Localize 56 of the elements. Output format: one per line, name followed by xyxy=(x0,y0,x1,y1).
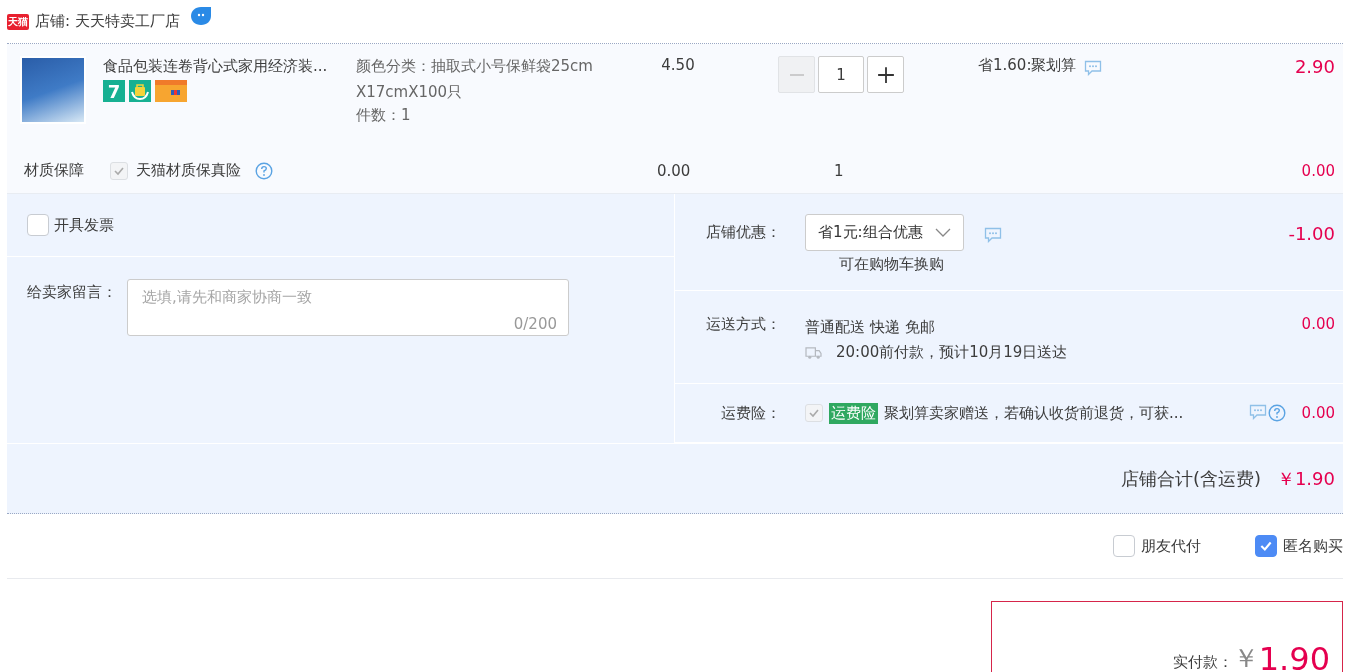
shipping-method: 普通配送 快递 免邮 xyxy=(805,318,935,336)
checkbox[interactable] xyxy=(1113,535,1135,557)
invoice-checkbox[interactable] xyxy=(27,214,49,236)
insurance-label: 运费险： xyxy=(720,403,781,423)
shipping-amount: 0.00 xyxy=(1301,315,1336,335)
unit-price: 4.50 xyxy=(661,56,695,74)
service-price: 0.00 xyxy=(657,161,691,180)
checkmark-icon xyxy=(1259,539,1273,553)
service-quantity: 1 xyxy=(833,161,844,180)
insurance-text: 聚划算卖家赠送，若确认收货前退货，可获... xyxy=(884,403,1184,423)
product-title[interactable]: 食品包装连卷背心式家用经济装... xyxy=(103,56,352,76)
bag-icon xyxy=(129,80,151,102)
help-icon[interactable] xyxy=(255,161,273,180)
sku-text: 颜色分类：抽取式小号保鲜袋25cmX17cmX100只 xyxy=(356,56,594,103)
truck-icon xyxy=(805,345,822,360)
service-label: 材质保障 xyxy=(23,161,84,179)
item-count: 件数：1 xyxy=(356,105,412,126)
option-label[interactable]: 朋友代付 xyxy=(1141,536,1201,556)
minus-icon xyxy=(789,73,804,76)
help-icon[interactable] xyxy=(1267,404,1286,422)
checkmark-icon xyxy=(808,407,820,419)
discount-dropdown[interactable]: 省1元:组合优惠 xyxy=(805,214,964,251)
character-counter: 0/200 xyxy=(513,315,557,333)
checkbox[interactable] xyxy=(1255,535,1277,557)
item-subtotal: 2.90 xyxy=(1294,56,1335,77)
plus-icon xyxy=(876,65,895,84)
comment-icon[interactable] xyxy=(1248,404,1267,420)
insurance-tag: 运费险 xyxy=(829,402,878,424)
service-subtotal: 0.00 xyxy=(1301,161,1335,180)
payment-amount: 1.90 xyxy=(1258,640,1330,672)
option-label[interactable]: 匿名购买 xyxy=(1283,536,1343,556)
delivery-estimate: 20:00前付款，预计10月19日送达 xyxy=(836,342,1068,363)
quantity-field[interactable]: 1 xyxy=(818,56,864,93)
message-label: 给卖家留言： xyxy=(27,282,117,303)
return-badge: 7 xyxy=(103,80,125,102)
discount-label: 店铺优惠： xyxy=(705,222,781,243)
comment-icon[interactable] xyxy=(1084,60,1103,76)
service-name: 天猫材质保真险 xyxy=(136,161,241,180)
chevron-down-icon xyxy=(934,227,951,238)
insurance-amount: 0.00 xyxy=(1301,404,1336,422)
shipping-label: 运送方式： xyxy=(705,315,781,335)
discount-note: 可在购物车换购 xyxy=(838,255,945,274)
store-total-label: 店铺合计(含运费) xyxy=(1120,466,1261,491)
store-name[interactable]: 店铺: 天天特卖工厂店 xyxy=(35,12,180,31)
currency-sign: ￥ xyxy=(1232,642,1259,672)
discount-amount: -1.00 xyxy=(1288,222,1336,246)
promo-text: 省1.60:聚划算 xyxy=(978,56,1077,75)
photo-placeholder[interactable] xyxy=(20,56,86,124)
comment-icon[interactable] xyxy=(983,226,1002,243)
chat-bubble-icon[interactable] xyxy=(189,5,212,26)
invoice-label: 开具发票 xyxy=(54,215,114,235)
store-logo: 天猫 xyxy=(7,13,29,30)
increase-button[interactable] xyxy=(867,56,904,93)
payment-label: 实付款： xyxy=(1172,653,1233,672)
card-icon xyxy=(155,80,187,102)
store-total-amount: ￥1.90 xyxy=(1276,466,1335,491)
